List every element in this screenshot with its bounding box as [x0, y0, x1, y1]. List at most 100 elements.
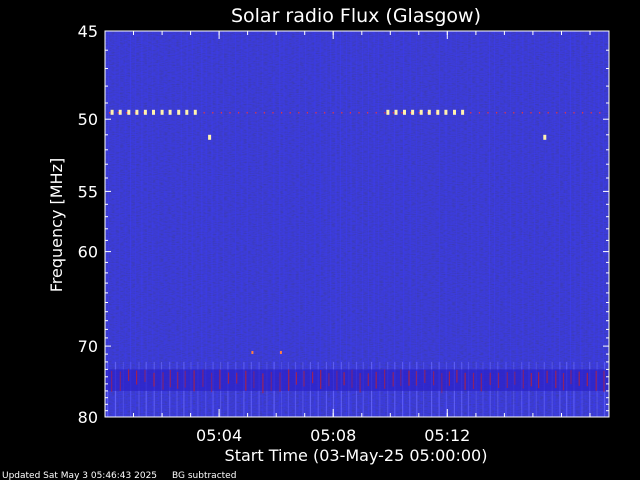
sweep-stripe	[114, 31, 116, 417]
sweep-stripe	[516, 31, 518, 417]
sweep-stripe	[602, 31, 604, 417]
sweep-stripe	[574, 31, 576, 417]
x-tick-label: 05:12	[424, 426, 470, 445]
sweep-stripe	[205, 31, 207, 417]
y-tick-label: 80	[78, 408, 98, 427]
sweep-stripe	[388, 31, 390, 417]
band-stripe	[375, 371, 377, 389]
spectrogram-chart: Solar radio Flux (Glasgow) 455055607080 …	[2, 5, 610, 480]
sweep-stripe	[445, 31, 447, 417]
sweep-stripe	[439, 31, 440, 417]
x-axis-label: Start Time (03-May-25 05:00:00)	[225, 446, 488, 465]
sweep-stripe	[584, 31, 586, 417]
sweep-stripe	[373, 31, 375, 417]
sweep-stripe	[466, 31, 468, 417]
band-stripe	[312, 371, 314, 384]
band-stripe	[562, 373, 565, 391]
sweep-stripe	[309, 31, 311, 417]
bright-marker	[411, 109, 415, 115]
sweep-stripe	[409, 31, 411, 417]
sweep-stripe	[450, 31, 452, 417]
band-stripe	[253, 371, 255, 388]
band-stripe	[489, 372, 491, 385]
band-stripe	[351, 369, 353, 388]
band-stripe	[433, 371, 435, 386]
band-stripe	[169, 369, 171, 388]
sweep-stripe	[135, 31, 137, 417]
band-stripe	[400, 369, 402, 386]
band-stripe	[262, 373, 264, 394]
sweep-stripe	[356, 31, 358, 417]
band-stripe	[424, 369, 426, 383]
sweep-stripe	[593, 31, 595, 417]
sweep-stripe	[152, 31, 154, 417]
band-stripe	[328, 373, 330, 387]
sweep-stripe	[283, 31, 285, 417]
y-axis-label: Frequency [MHz]	[47, 158, 66, 292]
band-stripe	[219, 369, 221, 390]
chart-title: Solar radio Flux (Glasgow)	[231, 5, 481, 27]
sweep-stripe	[335, 31, 337, 417]
bright-marker	[160, 109, 164, 115]
band-stripe	[343, 372, 345, 386]
sweep-stripe	[393, 31, 395, 417]
y-tick-label: 45	[78, 22, 98, 41]
band-stripe	[538, 372, 540, 389]
band-stripe	[408, 370, 410, 386]
band-stripe	[359, 373, 361, 393]
bright-marker	[127, 109, 131, 115]
sweep-stripe	[251, 31, 253, 417]
sweep-stripe	[510, 31, 511, 417]
band-stripe	[202, 369, 204, 387]
sweep-stripe	[170, 31, 172, 417]
band-stripe	[555, 370, 557, 389]
sweep-stripe	[180, 31, 182, 417]
bright-marker	[185, 109, 189, 115]
sweep-stripe	[580, 31, 582, 417]
sweep-stripe	[175, 31, 177, 417]
sweep-stripe	[246, 31, 248, 417]
band-stripe	[472, 372, 475, 389]
updated-timestamp: Updated Sat May 3 05:46:43 2025	[2, 471, 157, 480]
sweep-stripe	[433, 31, 435, 417]
bright-marker	[453, 109, 456, 115]
sweep-stripe	[330, 31, 332, 417]
bright-marker	[118, 109, 122, 115]
band-stripe	[177, 371, 179, 389]
band-stripe	[245, 370, 247, 391]
band-stripe	[546, 370, 548, 384]
band-stripe	[288, 369, 290, 391]
sweep-stripe	[257, 31, 259, 417]
band-stripe	[119, 371, 121, 391]
sweep-stripe	[383, 31, 385, 417]
sweep-stripe	[146, 31, 148, 417]
bright-marker	[110, 109, 114, 115]
band-stripe	[270, 371, 272, 391]
sweep-stripe	[427, 31, 429, 417]
sweep-stripe	[533, 31, 535, 417]
sweep-stripe	[505, 31, 507, 417]
sweep-stripe	[539, 31, 540, 417]
x-tick-label: 05:04	[196, 426, 242, 445]
sweep-stripe	[288, 31, 290, 417]
sweep-stripe	[416, 31, 417, 417]
sweep-stripe	[554, 31, 556, 417]
band-stripe	[336, 370, 338, 390]
band-stripe	[279, 372, 281, 392]
sweep-stripe	[279, 31, 281, 417]
band-stripe	[522, 369, 524, 389]
sweep-stripe	[362, 31, 363, 417]
sweep-stripe	[241, 31, 243, 417]
plot-area	[104, 30, 610, 418]
sweep-stripe	[368, 31, 369, 417]
bright-marker	[143, 109, 147, 115]
band-stripe	[111, 370, 113, 392]
band-stripe	[162, 372, 164, 390]
sweep-stripe	[141, 31, 143, 417]
band-stripe	[303, 370, 305, 387]
sweep-stripe	[589, 31, 591, 417]
sweep-stripe	[403, 31, 405, 417]
sweep-stripe	[398, 31, 400, 417]
band-stripe	[415, 371, 417, 386]
interference-band	[105, 369, 609, 394]
